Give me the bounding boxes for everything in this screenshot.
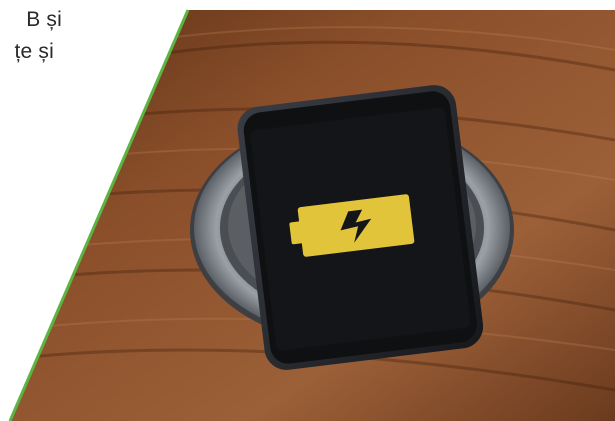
smartphone (237, 85, 484, 370)
product-photo (8, 9, 615, 421)
wood-table (10, 10, 615, 421)
page: B și țe și (0, 0, 615, 421)
